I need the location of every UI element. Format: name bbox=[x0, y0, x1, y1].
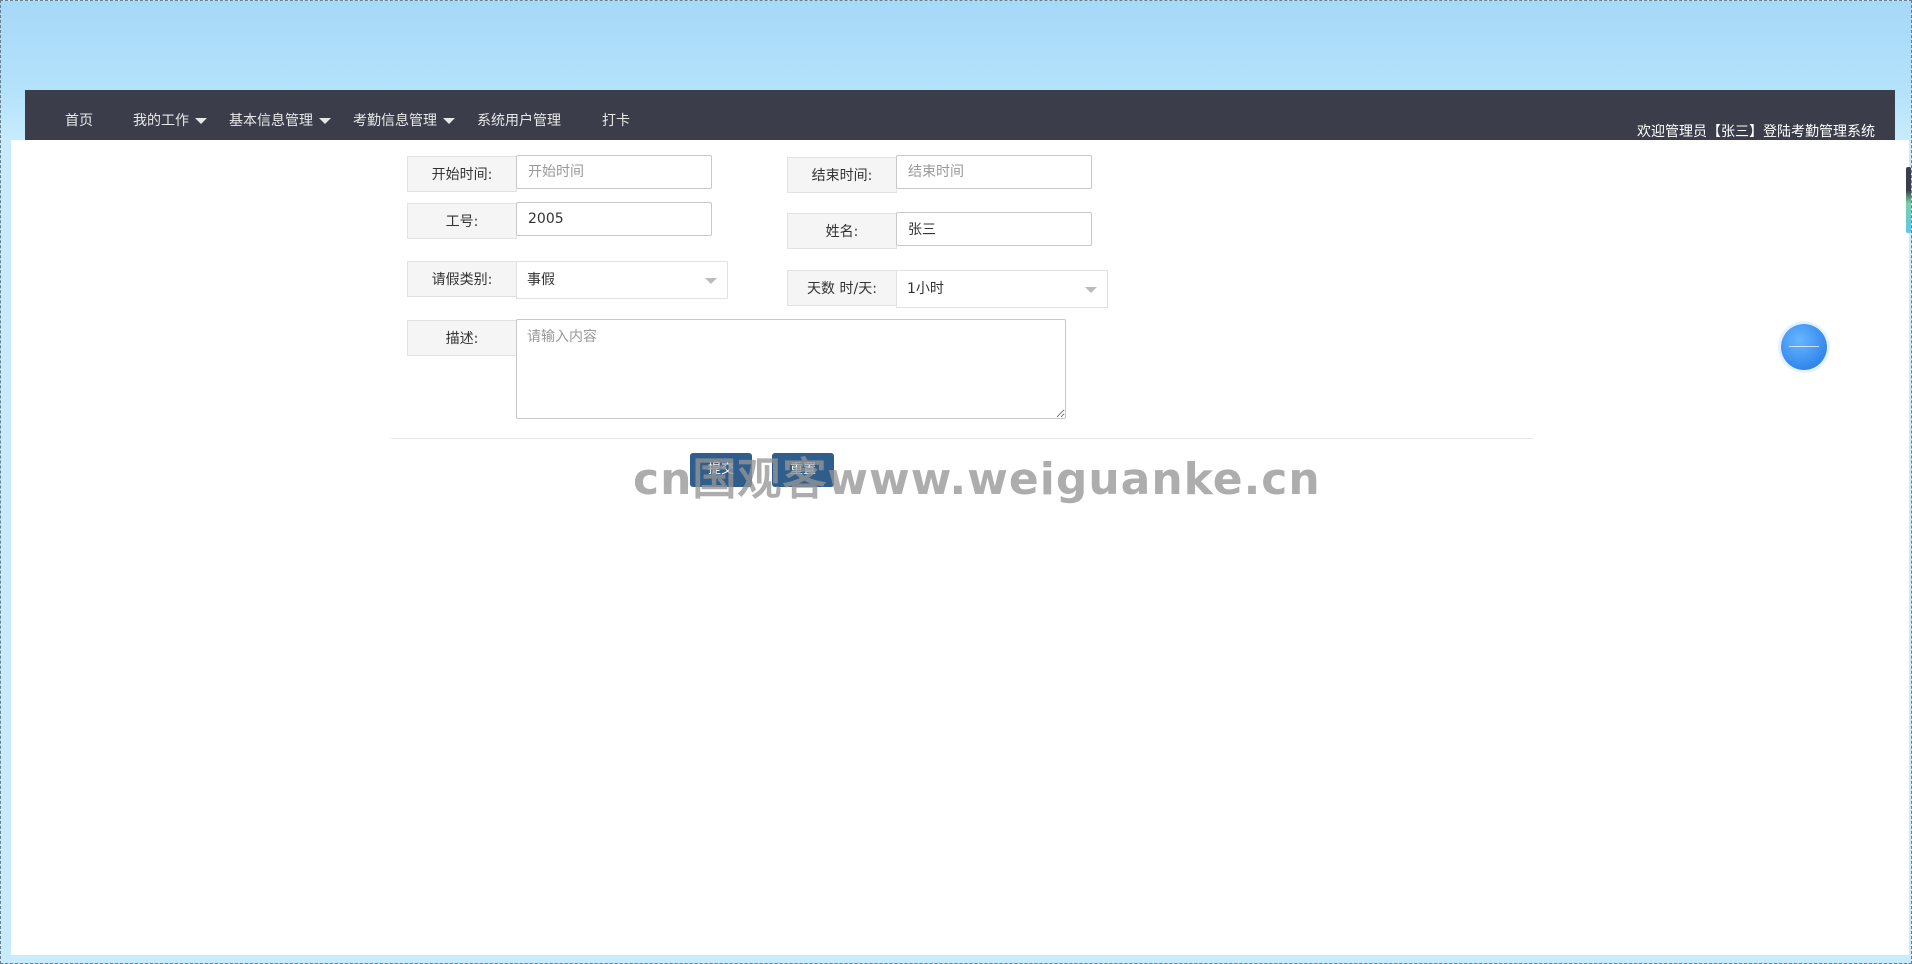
nav-home[interactable]: 首页 bbox=[65, 110, 93, 130]
nav-basic-info[interactable]: 基本信息管理 bbox=[229, 110, 331, 130]
end-time-input[interactable] bbox=[896, 155, 1092, 189]
welcome-text: 欢迎管理员【张三】登陆考勤管理系统 bbox=[1637, 124, 1875, 140]
chevron-down-icon bbox=[443, 118, 455, 124]
days-label: 天数 时/天: bbox=[787, 270, 897, 306]
nav-basic-info-label: 基本信息管理 bbox=[229, 113, 313, 129]
employee-id-input[interactable] bbox=[516, 202, 712, 236]
nav-attendance-info[interactable]: 考勤信息管理 bbox=[353, 110, 455, 130]
employee-id-label: 工号: bbox=[407, 203, 517, 239]
start-time-label: 开始时间: bbox=[407, 156, 517, 192]
leave-type-label: 请假类别: bbox=[407, 261, 517, 297]
chevron-down-icon bbox=[319, 118, 331, 124]
scroll-indicator[interactable] bbox=[1906, 167, 1911, 233]
name-label: 姓名: bbox=[787, 213, 897, 249]
main-content: 开始时间: 结束时间: 工号: 姓名: 请假类别: 事假 天数 时/天: 1小时… bbox=[11, 140, 1909, 955]
leave-type-value: 事假 bbox=[527, 272, 555, 288]
nav-system-users[interactable]: 系统用户管理 bbox=[477, 110, 561, 130]
page-frame: 首页 我的工作 基本信息管理 考勤信息管理 系统用户管理 打卡 欢迎管理员【张三… bbox=[0, 0, 1912, 964]
start-time-input[interactable] bbox=[516, 155, 712, 189]
nav-my-work-label: 我的工作 bbox=[133, 113, 189, 129]
days-select[interactable]: 1小时 bbox=[896, 270, 1108, 308]
description-label: 描述: bbox=[407, 320, 517, 356]
days-value: 1小时 bbox=[907, 281, 944, 297]
end-time-label: 结束时间: bbox=[787, 157, 897, 193]
nav-attendance-info-label: 考勤信息管理 bbox=[353, 113, 437, 129]
description-textarea[interactable] bbox=[516, 319, 1066, 419]
chevron-down-icon bbox=[705, 278, 717, 284]
form-divider bbox=[391, 438, 1533, 439]
leave-type-select[interactable]: 事假 bbox=[516, 261, 728, 299]
top-navbar: 首页 我的工作 基本信息管理 考勤信息管理 系统用户管理 打卡 欢迎管理员【张三… bbox=[25, 90, 1895, 140]
nav-clock-in[interactable]: 打卡 bbox=[602, 110, 630, 130]
floating-action-button[interactable] bbox=[1781, 324, 1827, 370]
name-input[interactable] bbox=[896, 212, 1092, 246]
chevron-down-icon bbox=[1085, 287, 1097, 293]
chevron-down-icon bbox=[195, 118, 207, 124]
float-button-line bbox=[1789, 346, 1819, 347]
nav-my-work[interactable]: 我的工作 bbox=[133, 110, 207, 130]
watermark: cn国观客www.weiguanke.cn bbox=[633, 454, 1321, 505]
